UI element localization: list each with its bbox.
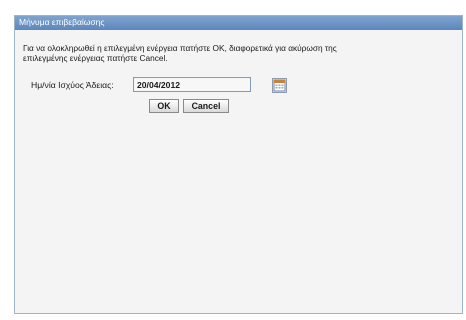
license-date-input[interactable]: [133, 77, 251, 92]
license-date-label: Ημ/νία Ισχύος Άδειας:: [31, 80, 114, 90]
message-line-1: Για να ολοκληρωθεί η επιλεγμένη ενέργεια…: [23, 43, 337, 53]
cancel-button[interactable]: Cancel: [183, 99, 229, 113]
ok-button[interactable]: OK: [149, 99, 179, 113]
message-line-2: επιλεγμένης ενέργειας πατήστε Cancel.: [23, 53, 168, 63]
calendar-icon: [273, 79, 286, 92]
dialog-title: Μήνυμα επιβεβαίωσης: [19, 17, 105, 27]
confirmation-dialog: Μήνυμα επιβεβαίωσης Για να ολοκληρωθεί η…: [14, 15, 463, 314]
confirmation-message: Για να ολοκληρωθεί η επιλεγμένη ενέργεια…: [23, 43, 459, 63]
dialog-titlebar[interactable]: Μήνυμα επιβεβαίωσης: [15, 16, 462, 30]
calendar-button[interactable]: [272, 78, 287, 93]
